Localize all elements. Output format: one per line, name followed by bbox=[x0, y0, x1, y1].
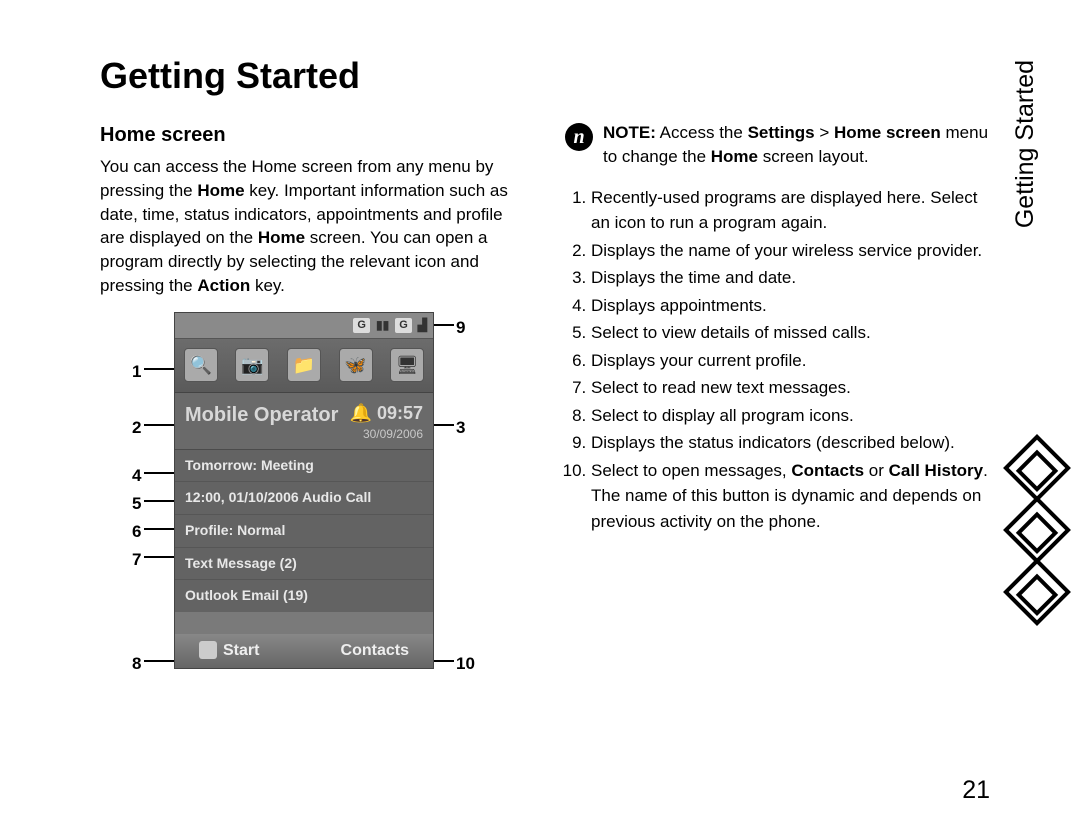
decorative-diamonds bbox=[1002, 430, 1072, 630]
leader-line bbox=[434, 324, 454, 326]
page-number: 21 bbox=[962, 776, 990, 805]
callout-list: Recently-used programs are displayed her… bbox=[565, 185, 990, 535]
battery-icon: ▮▮ bbox=[376, 317, 389, 334]
intro-text: key. bbox=[250, 276, 285, 295]
callout-item-5: Select to view details of missed calls. bbox=[591, 320, 990, 346]
callout-item-1: Recently-used programs are displayed her… bbox=[591, 185, 990, 236]
call-history-bold: Call History bbox=[889, 461, 983, 480]
diamond-icon bbox=[1003, 496, 1071, 564]
callout-label-1: 1 bbox=[132, 360, 141, 384]
callout-label-10: 10 bbox=[456, 652, 475, 676]
home-bold: Home bbox=[711, 147, 758, 166]
operator-name: Mobile Operator bbox=[185, 401, 338, 429]
softkey-contacts: Contacts bbox=[341, 640, 409, 662]
side-tab: Getting Started bbox=[1011, 60, 1040, 228]
note-gt: > bbox=[815, 123, 834, 142]
time-value: 09:57 bbox=[377, 403, 423, 423]
status-g-icon: G bbox=[353, 318, 370, 333]
diamond-icon bbox=[1003, 434, 1071, 502]
callout-label-4: 4 bbox=[132, 464, 141, 488]
left-column: Home screen You can access the Home scre… bbox=[100, 121, 525, 692]
callout-label-9: 9 bbox=[456, 316, 465, 340]
operator-row: Mobile Operator 🔔 09:57 30/09/2006 bbox=[175, 393, 433, 450]
clock-date: 30/09/2006 bbox=[350, 426, 423, 443]
callout-item-3: Displays the time and date. bbox=[591, 265, 990, 291]
action-key-bold: Action bbox=[197, 276, 250, 295]
callout-item-8: Select to display all program icons. bbox=[591, 403, 990, 429]
program-icon: 🔍 bbox=[184, 348, 218, 382]
note-text-part: Access the bbox=[656, 123, 748, 142]
program-icon: 📁 bbox=[287, 348, 321, 382]
leader-line bbox=[144, 660, 174, 662]
leader-line bbox=[144, 528, 174, 530]
recent-programs-row: 🔍 📷 📁 🦋 🖥 bbox=[175, 339, 433, 393]
intro-paragraph: You can access the Home screen from any … bbox=[100, 155, 525, 298]
note-icon: n bbox=[565, 123, 593, 151]
callout-item-2: Displays the name of your wireless servi… bbox=[591, 238, 990, 264]
sms-line: Text Message (2) bbox=[175, 548, 433, 581]
status-bar: G ▮▮ G ▟ bbox=[175, 313, 433, 339]
leader-line bbox=[434, 660, 454, 662]
status-g-icon: G bbox=[395, 318, 412, 333]
right-column: n NOTE: Access the Settings > Home scree… bbox=[565, 121, 990, 692]
leader-line bbox=[144, 368, 174, 370]
callout-label-6: 6 bbox=[132, 520, 141, 544]
settings-bold: Settings bbox=[748, 123, 815, 142]
home-key-bold: Home bbox=[197, 181, 244, 200]
leader-line bbox=[144, 424, 174, 426]
callout-10-text: Select to open messages, bbox=[591, 461, 791, 480]
leader-line bbox=[434, 424, 454, 426]
leader-line bbox=[144, 472, 174, 474]
email-line: Outlook Email (19) bbox=[175, 580, 433, 612]
note-text-part: screen layout. bbox=[758, 147, 869, 166]
leader-line bbox=[144, 500, 174, 502]
program-icon: 🦋 bbox=[339, 348, 373, 382]
callout-label-2: 2 bbox=[132, 416, 141, 440]
callout-item-6: Displays your current profile. bbox=[591, 348, 990, 374]
home-screen-bold: Home bbox=[258, 228, 305, 247]
appointment-line: Tomorrow: Meeting bbox=[175, 450, 433, 483]
clock-time: 🔔 09:57 bbox=[350, 401, 423, 426]
note-text: NOTE: Access the Settings > Home screen … bbox=[603, 121, 990, 169]
home-screen-bold: Home screen bbox=[834, 123, 941, 142]
program-icon: 🖥 bbox=[390, 348, 424, 382]
callout-item-4: Displays appointments. bbox=[591, 293, 990, 319]
note-block: n NOTE: Access the Settings > Home scree… bbox=[565, 121, 990, 169]
phone-screenshot: G ▮▮ G ▟ 🔍 📷 📁 🦋 🖥 Mobile Operator bbox=[174, 312, 434, 669]
bell-icon: 🔔 bbox=[350, 403, 372, 423]
leader-line bbox=[144, 556, 174, 558]
missed-call-line: 12:00, 01/10/2006 Audio Call bbox=[175, 482, 433, 515]
softkey-start-label: Start bbox=[223, 642, 259, 659]
program-icon: 📷 bbox=[235, 348, 269, 382]
note-label-bold: NOTE: bbox=[603, 123, 656, 142]
callout-label-3: 3 bbox=[456, 416, 465, 440]
contacts-bold: Contacts bbox=[791, 461, 864, 480]
diamond-icon bbox=[1003, 558, 1071, 626]
page-title: Getting Started bbox=[100, 55, 990, 97]
callout-10-text: or bbox=[864, 461, 889, 480]
callout-label-5: 5 bbox=[132, 492, 141, 516]
callout-item-7: Select to read new text messages. bbox=[591, 375, 990, 401]
callout-item-10: Select to open messages, Contacts or Cal… bbox=[591, 458, 990, 535]
softkey-start: Start bbox=[199, 640, 259, 662]
profile-line: Profile: Normal bbox=[175, 515, 433, 548]
callout-label-7: 7 bbox=[132, 548, 141, 572]
signal-icon: ▟ bbox=[418, 317, 427, 334]
callout-item-9: Displays the status indicators (describe… bbox=[591, 430, 990, 456]
windows-flag-icon bbox=[199, 641, 217, 659]
callout-label-8: 8 bbox=[132, 652, 141, 676]
phone-figure: 1 2 4 5 6 7 8 9 3 10 bbox=[100, 312, 510, 692]
softkey-bar: Start Contacts bbox=[175, 634, 433, 668]
section-heading: Home screen bbox=[100, 121, 525, 149]
